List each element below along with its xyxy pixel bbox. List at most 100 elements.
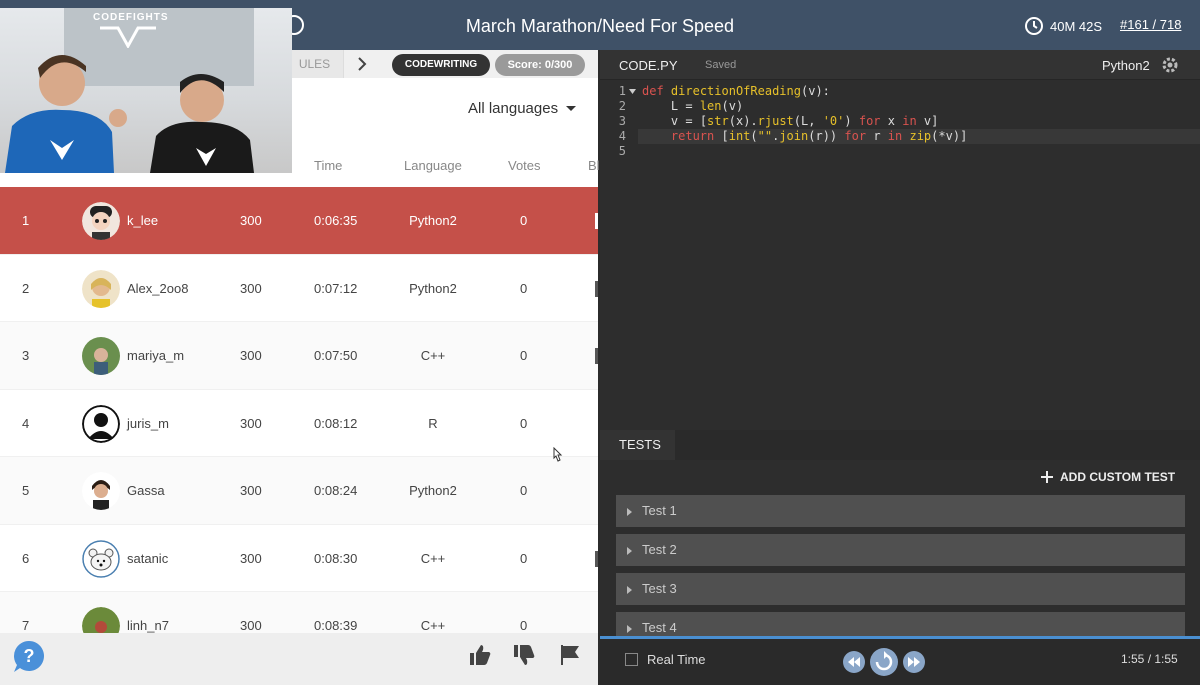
thumbs-down-icon[interactable] [512, 643, 536, 667]
cell-time: 0:08:39 [314, 618, 358, 633]
cell-score: 300 [240, 213, 262, 228]
cell-votes: 0 [520, 618, 528, 633]
codewriting-badge[interactable]: CODEWRITING [392, 54, 490, 76]
thumbs-up-icon[interactable] [468, 643, 492, 667]
cell-username[interactable]: juris_m [127, 416, 169, 431]
clock-icon [1025, 17, 1043, 35]
rewind-icon[interactable] [843, 651, 865, 673]
cell-username[interactable]: mariya_m [127, 348, 184, 363]
cell-language: Python2 [409, 280, 457, 296]
cell-username[interactable]: satanic [127, 551, 168, 566]
webcam-overlay: CODEFIGHTS [0, 8, 292, 173]
editor-filename-tab[interactable]: CODE.PY [619, 58, 678, 73]
cell-time: 0:06:35 [314, 213, 358, 228]
cell-rank: 4 [22, 415, 30, 431]
column-header-time[interactable]: Time [314, 158, 342, 173]
cell-username[interactable]: Gassa [127, 483, 165, 498]
cell-votes: 0 [520, 550, 528, 566]
replay-icon[interactable] [870, 648, 898, 676]
avatar [82, 202, 120, 240]
mouse-pointer-icon [553, 447, 563, 462]
cell-rank: 5 [22, 483, 30, 498]
editor-panel: CODE.PY Saved Python2 1 2 3 4 5 def dire… [600, 50, 1200, 685]
row-edge-marker [595, 280, 598, 297]
caret-right-icon [627, 508, 632, 516]
line-number: 4 [618, 129, 626, 143]
table-row[interactable]: 2 Alex_2oo8 300 0:07:12 Python2 0 [0, 255, 598, 322]
cell-votes: 0 [520, 483, 528, 498]
language-filter-value: All languages [468, 100, 559, 117]
cell-votes: 0 [520, 213, 528, 228]
cell-language: Python2 [409, 213, 457, 228]
chevron-right-icon[interactable] [352, 54, 372, 74]
caret-right-icon [627, 547, 632, 555]
add-custom-test-button[interactable]: ADD CUSTOM TEST [1040, 470, 1175, 484]
cell-time: 0:08:12 [314, 415, 358, 431]
cell-score: 300 [240, 280, 262, 296]
table-row[interactable]: 4 juris_m 300 0:08:12 R 0 [0, 390, 598, 457]
real-time-label: Real Time [647, 652, 706, 667]
cell-time: 0:08:24 [314, 483, 358, 498]
chevron-down-icon [566, 106, 577, 111]
code-line: return [int("".join(r)) for r in zip(*v)… [670, 129, 968, 143]
cell-username[interactable]: Alex_2oo8 [127, 281, 188, 296]
app-root: March Marathon/Need For Speed 40M 42S #1… [0, 0, 1200, 685]
code-line: L = len(v) [670, 99, 744, 113]
table-row[interactable]: 6 satanic 300 0:08:30 C++ 0 [0, 525, 598, 592]
flag-icon[interactable] [558, 643, 582, 667]
cell-votes: 0 [520, 415, 528, 431]
cell-time: 0:08:30 [314, 550, 358, 566]
cell-rank: 7 [22, 618, 30, 633]
table-row[interactable]: 5 Gassa 300 0:08:24 Python2 0 [0, 457, 598, 525]
plus-icon [1041, 471, 1053, 483]
editor-language-select[interactable]: Python2 [1102, 58, 1150, 73]
rank-link[interactable]: #161 / 718 [1120, 17, 1181, 32]
cell-score: 300 [240, 348, 262, 363]
person-left-figure [5, 54, 254, 173]
tab-rules[interactable]: ULES [286, 50, 344, 78]
cell-votes: 0 [520, 348, 528, 363]
test-case-label: Test 2 [642, 542, 677, 557]
cell-language: Python2 [409, 483, 457, 498]
cell-username[interactable]: linh_n7 [127, 618, 169, 633]
cell-time: 0:07:50 [314, 348, 358, 363]
table-row[interactable]: 3 mariya_m 300 0:07:50 C++ 0 [0, 322, 598, 390]
code-line: v = [str(x).rjust(L, '0') for x in v] [670, 114, 939, 128]
editor-header: CODE.PY Saved Python2 [600, 50, 1200, 80]
caret-right-icon [627, 625, 632, 633]
test-case-item[interactable]: Test 3 [616, 573, 1185, 605]
table-row[interactable]: 1 k_lee 300 0:06:35 Python2 0 [0, 187, 598, 255]
line-number: 1 [618, 84, 626, 98]
language-filter-select[interactable]: All languages [468, 100, 577, 117]
score-badge: Score: 0/300 [495, 54, 585, 76]
fast-forward-icon[interactable] [903, 651, 925, 673]
gear-icon[interactable] [1161, 56, 1179, 74]
cell-time: 0:07:12 [314, 280, 358, 296]
avatar [82, 269, 120, 308]
save-status: Saved [705, 59, 737, 71]
column-header-votes[interactable]: Votes [508, 158, 541, 173]
avatar [82, 337, 120, 375]
cell-language: C++ [420, 348, 446, 363]
test-case-item[interactable]: Test 2 [616, 534, 1185, 566]
avatar [82, 539, 120, 578]
test-case-item[interactable]: Test 1 [616, 495, 1185, 527]
cell-username[interactable]: k_lee [127, 213, 158, 228]
row-edge-marker [595, 550, 598, 567]
svg-text:?: ? [24, 646, 35, 666]
avatar [82, 472, 120, 510]
column-header-blank[interactable]: Bl [588, 158, 600, 173]
cell-language: C++ [420, 550, 446, 566]
tests-tab-strip [675, 430, 1200, 460]
real-time-checkbox[interactable] [625, 653, 638, 666]
fold-caret-icon[interactable] [629, 89, 636, 94]
row-edge-marker [595, 213, 598, 229]
line-number: 2 [618, 99, 626, 113]
tab-tests[interactable]: TESTS [600, 430, 675, 460]
avatar [82, 404, 120, 443]
timer-value: 40M 42S [1050, 18, 1103, 34]
help-icon[interactable]: ? [12, 639, 46, 673]
column-header-language[interactable]: Language [404, 158, 462, 173]
line-number: 5 [618, 144, 626, 158]
test-case-item[interactable]: Test 4 [616, 612, 1185, 636]
